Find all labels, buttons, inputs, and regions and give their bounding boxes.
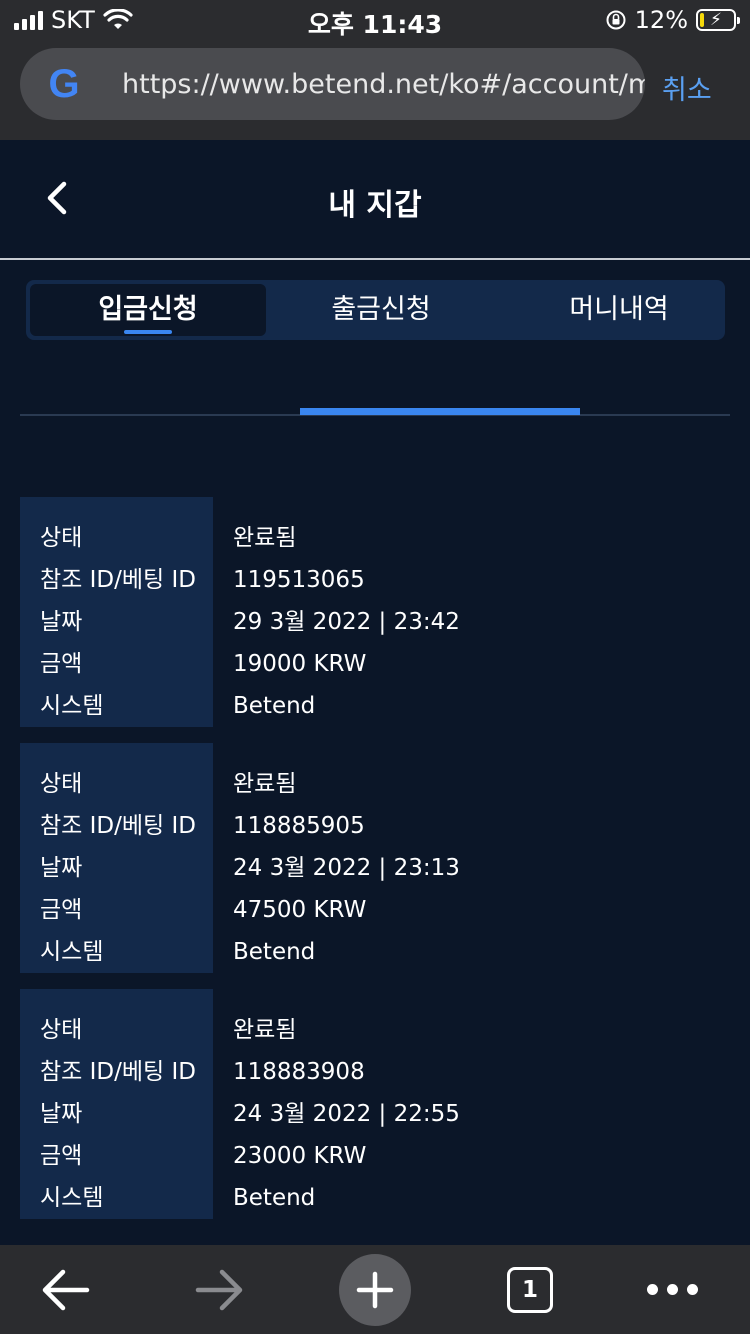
tab-label: 출금신청 bbox=[331, 294, 431, 325]
browser-url-bar: G https://www.betend.net/ko#/account/my … bbox=[0, 40, 750, 140]
status-label: 상태 bbox=[40, 1017, 83, 1043]
transaction-record: 상태 완료됨 참조 ID/베팅 ID 119513065 날짜 29 3월 20… bbox=[20, 497, 730, 727]
battery-percent: 12% bbox=[634, 6, 688, 34]
status-label: 상태 bbox=[40, 771, 83, 797]
header-divider bbox=[0, 258, 750, 260]
url-field[interactable]: G https://www.betend.net/ko#/account/my bbox=[20, 48, 645, 120]
forward-arrow-icon bbox=[195, 1269, 243, 1310]
ref-id-value: 119513065 bbox=[233, 567, 365, 593]
amount-value: 23000 KRW bbox=[233, 1143, 367, 1169]
date-value: 24 3월 2022 | 23:13 bbox=[233, 855, 460, 881]
cancel-button[interactable]: 취소 bbox=[662, 68, 712, 107]
battery-icon: ⚡ bbox=[696, 9, 740, 31]
google-logo-icon: G bbox=[48, 62, 80, 106]
date-label: 날짜 bbox=[40, 609, 83, 635]
subtab-active-indicator bbox=[300, 408, 580, 415]
wallet-tabs: 입금신청 출금신청 머니내역 bbox=[26, 280, 725, 340]
tab-switcher-icon: 1 bbox=[507, 1266, 553, 1313]
system-label: 시스템 bbox=[40, 939, 104, 965]
amount-value: 19000 KRW bbox=[233, 651, 367, 677]
tab-deposit-request[interactable]: 입금신청 bbox=[30, 284, 266, 336]
more-menu-button[interactable] bbox=[645, 1245, 699, 1334]
battery-fill bbox=[700, 13, 704, 27]
transaction-record: 상태 완료됨 참조 ID/베팅 ID 118885905 날짜 24 3월 20… bbox=[20, 743, 730, 973]
ref-id-label: 참조 ID/베팅 ID bbox=[40, 813, 196, 839]
date-value: 29 3월 2022 | 23:42 bbox=[233, 609, 460, 635]
date-label: 날짜 bbox=[40, 855, 83, 881]
new-tab-button[interactable] bbox=[339, 1245, 411, 1334]
system-value: Betend bbox=[233, 939, 316, 965]
plus-icon bbox=[356, 1271, 394, 1308]
date-value: 24 3월 2022 | 22:55 bbox=[233, 1101, 460, 1127]
tab-switcher-button[interactable]: 1 bbox=[507, 1245, 553, 1334]
tab-label: 입금신청 bbox=[98, 294, 198, 325]
amount-value: 47500 KRW bbox=[233, 897, 367, 923]
amount-label: 금액 bbox=[40, 1143, 83, 1169]
more-dots-icon bbox=[646, 1284, 698, 1295]
system-label: 시스템 bbox=[40, 1185, 104, 1211]
forward-button[interactable] bbox=[185, 1245, 255, 1334]
back-button[interactable] bbox=[30, 1245, 100, 1334]
system-value: Betend bbox=[233, 1185, 316, 1211]
browser-toolbar: 1 bbox=[0, 1245, 750, 1334]
system-label: 시스템 bbox=[40, 693, 104, 719]
tab-active-indicator bbox=[124, 330, 172, 334]
date-label: 날짜 bbox=[40, 1101, 83, 1127]
ref-id-value: 118885905 bbox=[233, 813, 365, 839]
status-label: 상태 bbox=[40, 525, 83, 551]
page-title: 내 지갑 bbox=[328, 188, 422, 223]
tab-money-history[interactable]: 머니내역 bbox=[501, 284, 737, 336]
system-value: Betend bbox=[233, 693, 316, 719]
url-text[interactable]: https://www.betend.net/ko#/account/my bbox=[122, 69, 645, 100]
status-value: 완료됨 bbox=[233, 771, 297, 797]
ref-id-label: 참조 ID/베팅 ID bbox=[40, 1059, 196, 1085]
tab-label: 머니내역 bbox=[569, 294, 669, 325]
back-arrow-icon bbox=[42, 1269, 90, 1310]
transaction-record: 상태 완료됨 참조 ID/베팅 ID 118883908 날짜 24 3월 20… bbox=[20, 989, 730, 1219]
new-tab-circle bbox=[339, 1253, 411, 1326]
status-value: 완료됨 bbox=[233, 1017, 297, 1043]
status-right: 12% ⚡ bbox=[605, 6, 740, 34]
page-header: 내 지갑 bbox=[0, 140, 750, 258]
status-value: 완료됨 bbox=[233, 525, 297, 551]
orientation-lock-icon bbox=[606, 10, 626, 30]
status-bar: SKT 오후 11:43 12% ⚡ bbox=[0, 0, 750, 40]
tab-withdraw-request[interactable]: 출금신청 bbox=[263, 284, 499, 336]
ref-id-value: 118883908 bbox=[233, 1059, 365, 1085]
amount-label: 금액 bbox=[40, 897, 83, 923]
ref-id-label: 참조 ID/베팅 ID bbox=[40, 567, 196, 593]
amount-label: 금액 bbox=[40, 651, 83, 677]
